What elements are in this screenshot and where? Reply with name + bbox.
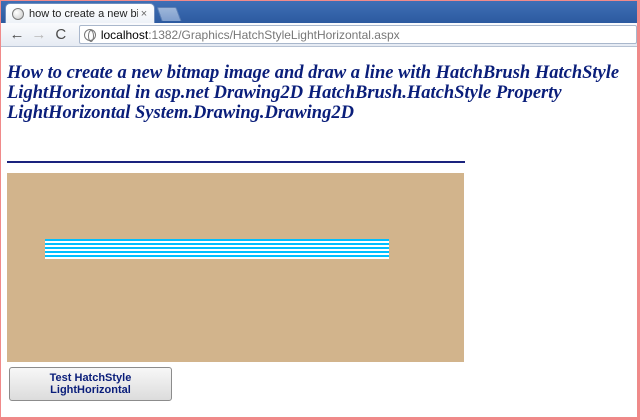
page-heading: How to create a new bitmap image and dra… xyxy=(7,63,620,123)
browser-tab[interactable]: how to create a new bitmap × xyxy=(5,3,155,23)
new-tab-button[interactable] xyxy=(156,7,182,21)
test-hatchstyle-button[interactable]: Test HatchStyle LightHorizontal xyxy=(9,367,172,401)
horizontal-rule xyxy=(7,161,465,163)
url-host: localhost xyxy=(100,27,149,42)
close-icon[interactable]: × xyxy=(138,8,150,20)
forward-icon[interactable]: → xyxy=(29,25,49,45)
tab-title: how to create a new bitmap xyxy=(29,7,138,20)
browser-window: how to create a new bitmap × ← → C local… xyxy=(0,0,640,420)
back-icon[interactable]: ← xyxy=(7,25,27,45)
tab-strip: how to create a new bitmap × xyxy=(1,1,637,23)
url-path: :1382/Graphics/HatchStyleLightHorizontal… xyxy=(148,27,400,42)
page-info-icon[interactable] xyxy=(83,28,96,42)
globe-icon xyxy=(12,7,24,20)
hatch-brush-line xyxy=(45,239,389,259)
address-bar[interactable]: localhost:1382/Graphics/HatchStyleLightH… xyxy=(78,25,637,44)
page-content: How to create a new bitmap image and dra… xyxy=(7,63,627,123)
bitmap-image xyxy=(7,173,464,362)
url-text[interactable]: localhost:1382/Graphics/HatchStyleLightH… xyxy=(101,28,400,42)
reload-icon[interactable]: C xyxy=(51,25,71,45)
browser-toolbar: ← → C localhost:1382/Graphics/HatchStyle… xyxy=(1,23,637,47)
